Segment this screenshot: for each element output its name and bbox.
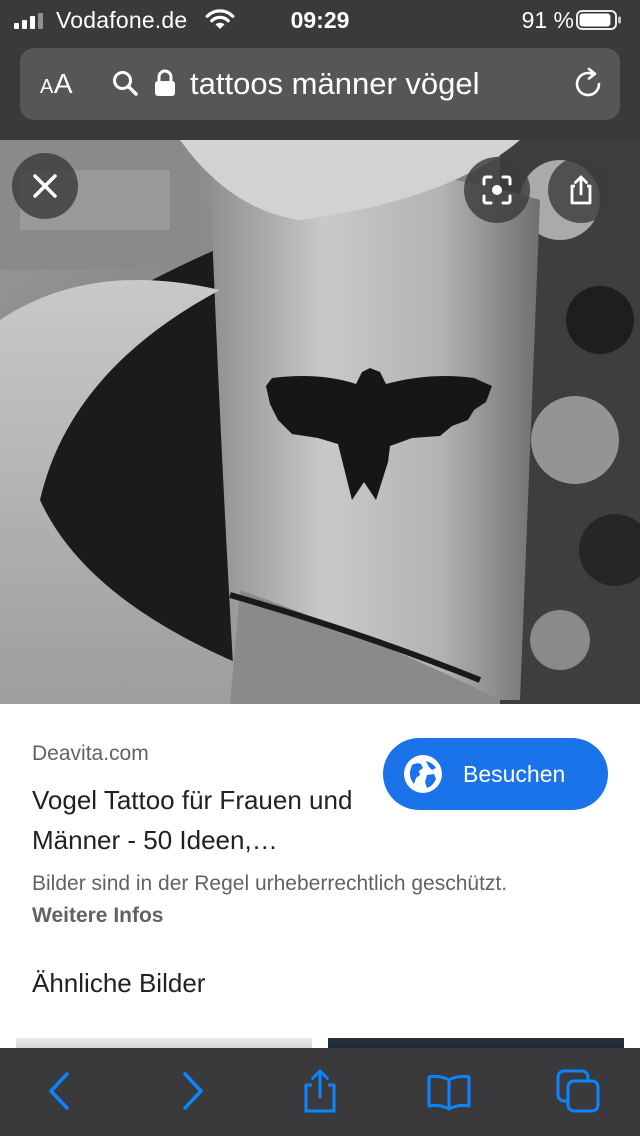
visit-button[interactable]: Besuchen — [383, 738, 608, 810]
forward-button[interactable] — [168, 1068, 214, 1114]
visit-button-label: Besuchen — [463, 761, 566, 787]
battery-icon — [576, 10, 621, 30]
similar-images-heading: Ähnliche Bilder — [32, 968, 206, 998]
bookmarks-icon — [427, 1074, 471, 1111]
search-icon — [113, 71, 138, 96]
lock-icon — [155, 69, 175, 96]
share-icon — [570, 175, 592, 205]
share-image-button[interactable] — [548, 157, 614, 223]
copyright-notice: Bilder sind in der Regel urheberrechtlic… — [32, 872, 508, 895]
forward-icon — [183, 1072, 203, 1110]
address-bar[interactable]: AA tattoos männer vögel — [20, 48, 620, 120]
result-info-panel: Deavita.com Vogel Tattoo für Frauen und … — [0, 704, 640, 1052]
browser-toolbar — [0, 1048, 640, 1136]
tabs-button[interactable] — [555, 1068, 601, 1114]
browser-top-bar: Vodafone.de 09:29 91 % AA tattoos männer… — [0, 0, 640, 140]
share-icon — [304, 1069, 336, 1113]
share-button[interactable] — [297, 1068, 343, 1114]
text-size-label: A — [40, 76, 54, 98]
close-button[interactable] — [12, 153, 78, 219]
lens-icon — [482, 175, 512, 205]
tabs-icon — [556, 1069, 600, 1113]
more-info-link[interactable]: Weitere Infos — [32, 904, 163, 928]
text-size-label-large: A — [53, 68, 74, 99]
back-icon — [49, 1072, 69, 1110]
search-query[interactable]: tattoos männer vögel — [190, 66, 480, 102]
source-domain[interactable]: Deavita.com — [32, 742, 149, 766]
lens-search-button[interactable] — [464, 157, 530, 223]
text-size-button[interactable]: AA — [40, 68, 73, 100]
result-title[interactable]: Vogel Tattoo für Frauen und Männer - 50 … — [32, 780, 362, 860]
bookmarks-button[interactable] — [426, 1068, 472, 1114]
reload-icon[interactable] — [572, 67, 606, 101]
battery-percentage: 91 % — [521, 7, 574, 33]
status-bar: Vodafone.de 09:29 91 % — [0, 0, 640, 40]
image-preview[interactable] — [0, 140, 640, 704]
back-button[interactable] — [38, 1068, 84, 1114]
globe-icon — [404, 755, 442, 793]
close-icon — [33, 174, 57, 198]
tattoo-photo — [0, 140, 640, 704]
